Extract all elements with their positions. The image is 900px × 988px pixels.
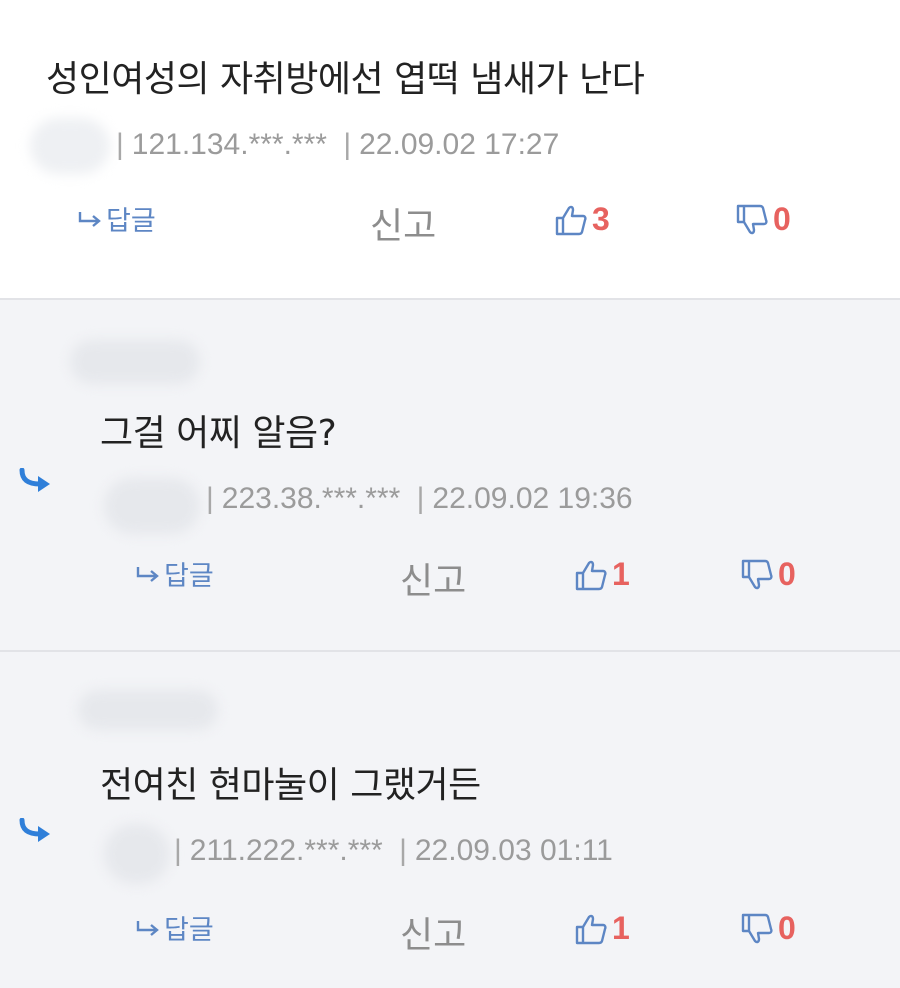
downvote-button[interactable]: 0 <box>740 910 796 947</box>
downvote-count: 0 <box>773 201 791 237</box>
comment-text: 전여친 현마눌이 그랬거든 <box>100 765 481 806</box>
timestamp: 22.09.03 01:11 <box>414 834 613 867</box>
separator: | <box>343 128 352 161</box>
reply-label: 답글 <box>106 206 156 237</box>
ip-address: 211.222.***.*** <box>189 834 383 867</box>
downvote-count: 0 <box>778 910 796 946</box>
timestamp: 22.09.02 19:36 <box>432 482 633 515</box>
thumbs-down-icon <box>736 204 768 234</box>
ip-address: 223.38.***.*** <box>221 482 401 515</box>
upvote-count: 3 <box>592 201 610 237</box>
downvote-button[interactable]: 0 <box>740 556 796 593</box>
reply-button[interactable]: 답글 <box>136 908 214 947</box>
upvote-button[interactable]: 1 <box>574 556 630 593</box>
reply-comment-item: 전여친 현마눌이 그랬거든 | 211.222.***.*** | 22.09.03… <box>0 650 900 988</box>
comment-actions: 답글 신고 3 0 <box>0 195 900 247</box>
reply-arrow-icon <box>136 566 159 582</box>
reply-comment-item: 그걸 어찌 알음? | 223.38.***.*** | 22.09.02 19:3… <box>0 298 900 650</box>
blurred-nickname <box>78 690 218 730</box>
separator: | <box>174 834 182 867</box>
report-button[interactable]: 신고 <box>400 552 466 604</box>
separator: | <box>399 834 407 867</box>
comment-meta: | 121.134.***.*** | 22.09.02 17:27 <box>116 128 559 162</box>
ip-address: 121.134.***.*** <box>131 128 327 161</box>
reply-indicator-icon <box>19 818 50 842</box>
reply-label: 답글 <box>164 561 214 592</box>
blurred-nickname <box>30 118 110 174</box>
reply-indicator-icon <box>19 468 50 492</box>
downvote-count: 0 <box>778 556 796 592</box>
comment-actions: 답글 신고 1 0 <box>0 550 900 602</box>
upvote-button[interactable]: 3 <box>554 201 610 238</box>
thumbs-up-icon <box>555 205 587 235</box>
comment-meta: | 211.222.***.*** | 22.09.03 01:11 <box>174 834 613 868</box>
reply-label: 답글 <box>164 915 214 946</box>
report-button[interactable]: 신고 <box>400 906 466 958</box>
separator: | <box>116 128 124 161</box>
reply-arrow-icon <box>78 211 101 227</box>
reply-button[interactable]: 답글 <box>78 199 156 238</box>
blurred-nickname <box>70 340 200 384</box>
reply-arrow-icon <box>136 920 159 936</box>
report-button[interactable]: 신고 <box>370 197 436 249</box>
comment-meta: | 223.38.***.*** | 22.09.02 19:36 <box>206 482 633 516</box>
blurred-nickname <box>104 824 170 884</box>
upvote-count: 1 <box>612 910 630 946</box>
thumbs-down-icon <box>741 913 773 943</box>
comment-actions: 답글 신고 1 0 <box>0 904 900 956</box>
thumbs-down-icon <box>741 559 773 589</box>
upvote-button[interactable]: 1 <box>574 910 630 947</box>
thumbs-up-icon <box>575 914 607 944</box>
reply-button[interactable]: 답글 <box>136 554 214 593</box>
separator: | <box>416 482 425 515</box>
upvote-count: 1 <box>612 556 630 592</box>
downvote-button[interactable]: 0 <box>735 201 791 238</box>
comment-text: 성인여성의 자취방에선 엽떡 냄새가 난다 <box>46 59 645 100</box>
thumbs-up-icon <box>575 560 607 590</box>
comment-text: 그걸 어찌 알음? <box>100 413 337 454</box>
timestamp: 22.09.02 17:27 <box>359 128 560 161</box>
comment-item: 성인여성의 자취방에선 엽떡 냄새가 난다 | 121.134.***.*** |… <box>0 0 900 298</box>
separator: | <box>206 482 214 515</box>
blurred-nickname <box>104 478 200 534</box>
